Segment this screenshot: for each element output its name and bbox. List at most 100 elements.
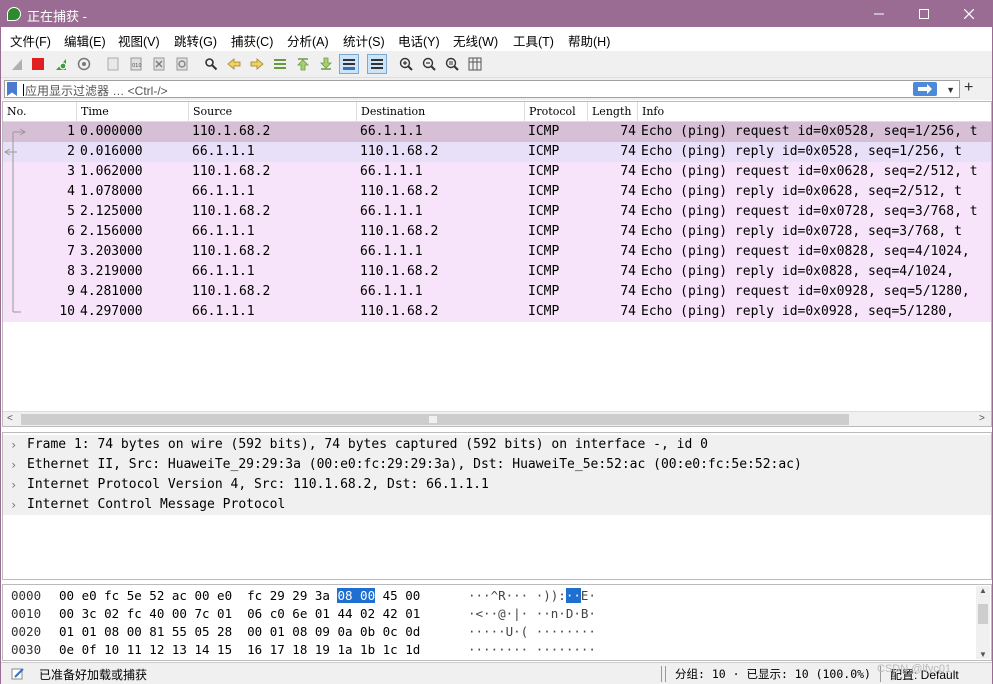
highlighted-bytes: 08 00 bbox=[337, 588, 376, 603]
detail-row-frame[interactable]: › Frame 1: 74 bytes on wire (592 bits), … bbox=[3, 435, 991, 455]
packet-row[interactable]: 6 2.156000 66.1.1.1 110.1.68.2 ICMP 74 Echo (p… bbox=[3, 222, 991, 242]
watermark-text: CSDN @lfyc01 bbox=[877, 663, 952, 675]
packet-cell-time: 3.219000 bbox=[80, 264, 143, 279]
chevron-right-icon[interactable]: › bbox=[10, 455, 17, 475]
apply-filter-button[interactable] bbox=[913, 82, 937, 96]
bytes-vscrollbar[interactable]: ▲ ▼ bbox=[976, 586, 990, 659]
packet-row[interactable]: 2 0.016000 66.1.1.1 110.1.68.2 ICMP 74 Echo (p… bbox=[3, 142, 991, 162]
colorize-icon[interactable] bbox=[367, 54, 387, 74]
packet-row[interactable]: 5 2.125000 110.1.68.2 66.1.1.1 ICMP 74 Echo (p… bbox=[3, 202, 991, 222]
packet-cell-len: 74 bbox=[620, 244, 636, 259]
display-filter-bar: 应用显示过滤器 … <Ctrl-/> ▼ + bbox=[1, 78, 992, 100]
close-file-icon[interactable] bbox=[149, 54, 169, 74]
packet-list-header: No. Time Source Destination Protocol Len… bbox=[3, 102, 991, 122]
packet-row[interactable]: 7 3.203000 110.1.68.2 66.1.1.1 ICMP 74 Echo (p… bbox=[3, 242, 991, 262]
packet-row[interactable]: 8 3.219000 66.1.1.1 110.1.68.2 ICMP 74 Echo (p… bbox=[3, 262, 991, 282]
packet-cell-time: 2.156000 bbox=[80, 224, 143, 239]
col-info[interactable]: Info bbox=[638, 102, 991, 122]
minimize-button[interactable] bbox=[856, 1, 902, 27]
detail-row-ethernet[interactable]: › Ethernet II, Src: HuaweiTe_29:29:3a (0… bbox=[3, 455, 991, 475]
bookmark-icon[interactable] bbox=[7, 82, 17, 96]
packet-cell-src: 66.1.1.1 bbox=[192, 264, 255, 279]
stop-capture-icon[interactable] bbox=[28, 54, 48, 74]
menu-statistics[interactable]: 统计(S) bbox=[343, 31, 385, 50]
vscroll-thumb[interactable] bbox=[978, 604, 988, 624]
display-filter-input[interactable]: 应用显示过滤器 … <Ctrl-/> ▼ bbox=[4, 80, 960, 98]
bytes-hex: 01 01 08 00 81 55 05 28 00 01 08 09 0a 0… bbox=[59, 624, 421, 639]
expert-info-icon[interactable] bbox=[11, 666, 25, 683]
menu-help[interactable]: 帮助(H) bbox=[568, 31, 610, 50]
col-destination[interactable]: Destination bbox=[357, 102, 525, 122]
col-no[interactable]: No. bbox=[3, 102, 77, 122]
reload-file-icon[interactable] bbox=[172, 54, 192, 74]
bytes-row[interactable]: 0000 00 e0 fc 5e 52 ac 00 e0 fc 29 29 3a … bbox=[3, 587, 963, 605]
menu-analyze[interactable]: 分析(A) bbox=[287, 31, 329, 50]
save-file-icon[interactable]: 010 bbox=[126, 54, 146, 74]
packet-cell-dst: 66.1.1.1 bbox=[360, 164, 423, 179]
add-filter-button[interactable]: + bbox=[964, 80, 973, 96]
bytes-row[interactable]: 0020 01 01 08 00 81 55 05 28 00 01 08 09 … bbox=[3, 623, 963, 641]
close-button[interactable] bbox=[946, 1, 992, 27]
menu-view[interactable]: 视图(V) bbox=[118, 31, 160, 50]
col-time[interactable]: Time bbox=[77, 102, 189, 122]
detail-row-icmp[interactable]: › Internet Control Message Protocol bbox=[3, 495, 991, 515]
menu-tools[interactable]: 工具(T) bbox=[513, 31, 554, 50]
packet-cell-proto: ICMP bbox=[528, 204, 560, 219]
bytes-offset: 0020 bbox=[11, 624, 42, 639]
col-source[interactable]: Source bbox=[189, 102, 357, 122]
col-protocol[interactable]: Protocol bbox=[525, 102, 588, 122]
packet-list-hscrollbar[interactable]: < > bbox=[3, 411, 991, 426]
chevron-right-icon[interactable]: › bbox=[10, 495, 17, 515]
packet-row[interactable]: 9 4.281000 110.1.68.2 66.1.1.1 ICMP 74 Echo (p… bbox=[3, 282, 991, 302]
zoom-in-icon[interactable] bbox=[396, 54, 416, 74]
open-file-icon[interactable] bbox=[103, 54, 123, 74]
normal-size-icon[interactable] bbox=[442, 54, 462, 74]
col-length[interactable]: Length bbox=[588, 102, 638, 122]
go-forward-icon[interactable] bbox=[247, 54, 267, 74]
go-to-packet-icon[interactable] bbox=[270, 54, 290, 74]
packet-row[interactable]: 4 1.078000 66.1.1.1 110.1.68.2 ICMP 74 Echo (p… bbox=[3, 182, 991, 202]
find-packet-icon[interactable] bbox=[201, 54, 221, 74]
packet-cell-dst: 66.1.1.1 bbox=[360, 204, 423, 219]
scroll-up-icon[interactable]: ▲ bbox=[979, 586, 987, 595]
bytes-offset: 0030 bbox=[11, 642, 42, 657]
detail-row-ipv4[interactable]: › Internet Protocol Version 4, Src: 110.… bbox=[3, 475, 991, 495]
scroll-down-icon[interactable]: ▼ bbox=[979, 650, 987, 659]
bytes-row[interactable]: 0010 00 3c 02 fc 40 00 7c 01 06 c0 6e 01 … bbox=[3, 605, 963, 623]
menu-edit[interactable]: 编辑(E) bbox=[64, 31, 106, 50]
packet-row[interactable]: 10 4.297000 66.1.1.1 110.1.68.2 ICMP 74 Echo (… bbox=[3, 302, 991, 322]
packet-cell-src: 66.1.1.1 bbox=[192, 304, 255, 319]
packet-cell-proto: ICMP bbox=[528, 284, 560, 299]
menu-file[interactable]: 文件(F) bbox=[10, 31, 51, 50]
packet-cell-dst: 66.1.1.1 bbox=[360, 124, 423, 139]
first-packet-icon[interactable] bbox=[293, 54, 313, 74]
capture-options-icon[interactable] bbox=[74, 54, 94, 74]
maximize-button[interactable] bbox=[901, 1, 947, 27]
chevron-right-icon[interactable]: › bbox=[10, 475, 17, 495]
filter-dropdown-icon[interactable]: ▼ bbox=[946, 85, 955, 95]
auto-scroll-icon[interactable] bbox=[339, 54, 359, 74]
menu-wireless[interactable]: 无线(W) bbox=[453, 31, 498, 50]
zoom-out-icon[interactable] bbox=[419, 54, 439, 74]
bytes-offset: 0010 bbox=[11, 606, 42, 621]
menu-go[interactable]: 跳转(G) bbox=[174, 31, 217, 50]
packet-cell-proto: ICMP bbox=[528, 184, 560, 199]
packet-cell-dst: 110.1.68.2 bbox=[360, 224, 439, 239]
shark-fin-start-icon[interactable] bbox=[7, 54, 27, 74]
scroll-left-icon[interactable]: < bbox=[7, 413, 13, 424]
hscroll-thumb[interactable] bbox=[21, 414, 849, 425]
packet-cell-len: 74 bbox=[620, 124, 636, 139]
restart-capture-icon[interactable] bbox=[51, 54, 71, 74]
chevron-right-icon[interactable]: › bbox=[10, 435, 17, 455]
packet-row[interactable]: 3 1.062000 110.1.68.2 66.1.1.1 ICMP 74 Echo (p… bbox=[3, 162, 991, 182]
menu-telephony[interactable]: 电话(Y) bbox=[398, 31, 440, 50]
bytes-row[interactable]: 0030 0e 0f 10 11 12 13 14 15 16 17 18 19 … bbox=[3, 641, 963, 659]
menu-capture[interactable]: 捕获(C) bbox=[231, 31, 273, 50]
last-packet-icon[interactable] bbox=[316, 54, 336, 74]
go-back-icon[interactable] bbox=[224, 54, 244, 74]
resize-columns-icon[interactable] bbox=[465, 54, 485, 74]
scroll-right-icon[interactable]: > bbox=[979, 413, 985, 424]
packet-cell-dst: 110.1.68.2 bbox=[360, 144, 439, 159]
bytes-hex: 00 3c 02 fc 40 00 7c 01 06 c0 6e 01 44 0… bbox=[59, 606, 421, 621]
packet-row[interactable]: 1 0.000000 110.1.68.2 66.1.1.1 ICMP 74 Echo (p… bbox=[3, 122, 991, 142]
